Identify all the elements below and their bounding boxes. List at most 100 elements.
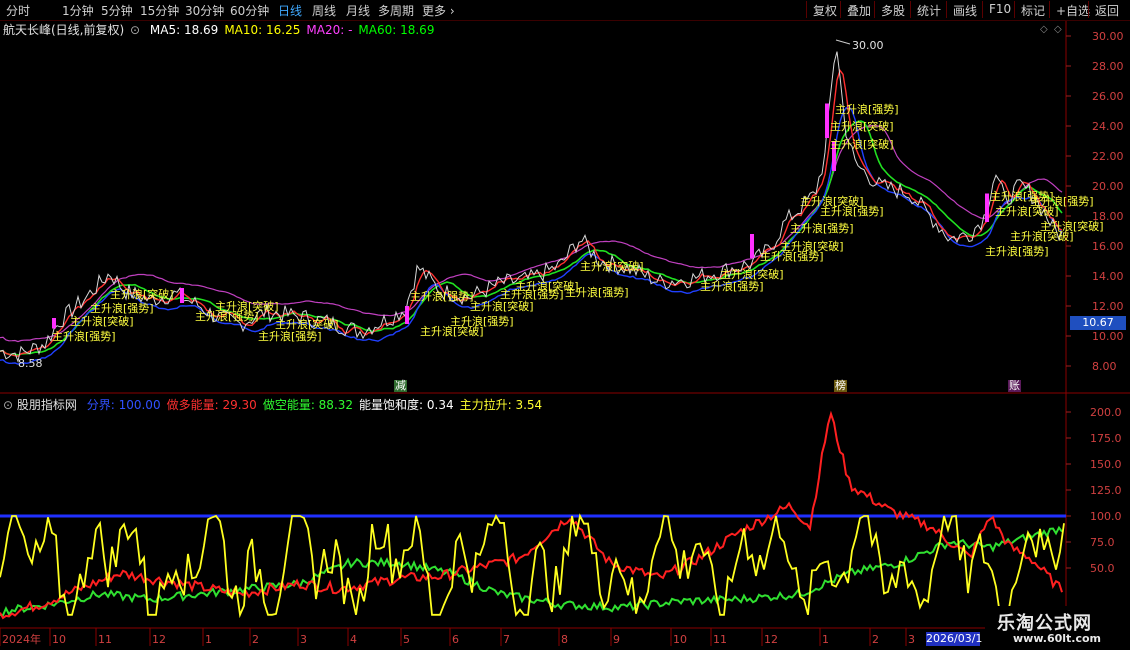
marker-reduce[interactable]: 减 [394, 380, 407, 392]
f10-button[interactable]: F10 [982, 1, 1017, 18]
stats-button[interactable]: 统计 [910, 1, 947, 18]
signal-label: 主升浪[强势] [450, 314, 514, 328]
indicator-name[interactable]: 股朋指标网 [17, 398, 77, 412]
date-tick-label: 11 [98, 633, 112, 646]
indicator-value: 主力拉升: 3.54 [459, 398, 543, 412]
ma5-line [0, 68, 1063, 358]
date-tick-label: 2024年 [2, 632, 41, 646]
ma-legend-item: MA20: - [306, 23, 353, 37]
signal-label: 主升浪[突破] [830, 119, 894, 133]
signal-label: 主升浪[强势] [835, 102, 899, 116]
price-pane[interactable]: 主升浪[强势]主升浪[突破]主升浪[强势]主升浪[突破]主升浪[强势]主升浪[突… [0, 51, 1104, 365]
ma-legend-item: MA60: 18.69 [358, 23, 435, 37]
toolbar: 分时 1分钟 5分钟 15分钟 30分钟 60分钟 日线 周线 月线 多周期 更… [0, 0, 1130, 21]
price-tick-label: 10.00 [1092, 330, 1124, 343]
signal-label: 主升浪[强势] [90, 301, 154, 315]
ma-legend: MA5: 18.69 MA10: 16.25 MA20: - MA60: 18.69 [144, 23, 435, 37]
date-tick-label: 10 [52, 633, 66, 646]
collapse-diamond-icon[interactable]: ◇ [1040, 24, 1048, 35]
indicator-pane[interactable] [0, 410, 1066, 620]
high-label-mark: 30.00 [835, 39, 884, 52]
highlight-bar [750, 234, 754, 258]
low-label: 8.58 [18, 357, 43, 370]
date-tick-label: 2 [872, 633, 879, 646]
tf-1min[interactable]: 1分钟 [62, 2, 94, 19]
tf-weekly[interactable]: 周线 [312, 2, 336, 19]
date-highlight: 2026/03/1 [926, 632, 983, 646]
main-force-line [0, 513, 1065, 619]
price-tick-label: 14.00 [1092, 270, 1124, 283]
date-tick-label: 2 [252, 633, 259, 646]
tf-5min[interactable]: 5分钟 [101, 2, 133, 19]
date-tick-label: 3 [908, 633, 915, 646]
highlight-bar [405, 306, 409, 324]
signal-label: 主升浪[突破] [720, 267, 784, 281]
price-tick-label: 22.00 [1092, 150, 1124, 163]
tf-monthly[interactable]: 月线 [346, 2, 370, 19]
date-tick-label: 11 [713, 633, 727, 646]
signal-label: 主升浪[强势] [410, 289, 474, 303]
ma60-line [0, 120, 1063, 356]
indicator-settings-icon[interactable]: ⊙ [3, 398, 13, 412]
indicator-value: 能量饱和度: 0.34 [359, 398, 454, 412]
date-tick-label: 10 [673, 633, 687, 646]
price-tick-label: 30.00 [1092, 30, 1124, 43]
signal-annotations: 主升浪[强势]主升浪[突破]主升浪[强势]主升浪[突破]主升浪[强势]主升浪[突… [52, 102, 1104, 343]
price-tick-label: 12.00 [1092, 300, 1124, 313]
tf-daily[interactable]: 日线 [278, 2, 302, 19]
chart-canvas[interactable]: 30.00 28.00 26.00 24.00 22.00 20.00 1 8.00 16.00… [0, 0, 1130, 650]
signal-label: 主升浪[突破] [275, 317, 339, 331]
tf-30min[interactable]: 30分钟 [185, 2, 224, 19]
price-tick-label: 16.00 [1092, 240, 1124, 253]
highlight-bar [985, 193, 989, 222]
mark-button[interactable]: 标记 [1014, 1, 1051, 18]
marker-account[interactable]: 账 [1008, 380, 1021, 392]
dropdown-circle-icon[interactable]: ⊙ [130, 23, 140, 37]
signal-label: 主升浪[强势] [790, 221, 854, 235]
date-tick-label: 1 [822, 633, 829, 646]
date-tick-label: 8 [561, 633, 568, 646]
tf-more-label: 更多 [422, 4, 447, 18]
indicator-axis: 200.0 175.0 150.0 125.0 100.0 75.0 50.0 [1066, 406, 1122, 575]
signal-label: 主升浪[强势] [258, 329, 322, 343]
date-tick-label: 6 [452, 633, 459, 646]
high-label: 30.00 [852, 39, 884, 52]
tf-60min[interactable]: 60分钟 [230, 2, 269, 19]
indicator-value: 分界: 100.00 [86, 398, 161, 412]
back-button[interactable]: 返回 [1088, 1, 1125, 18]
tf-fenshi[interactable]: 分时 [6, 2, 30, 19]
price-tick-label: 24.00 [1092, 120, 1124, 133]
short-energy-line [0, 525, 1063, 617]
restore-rights-button[interactable]: 复权 [806, 1, 843, 18]
indicator-legend: ⊙ 股朋指标网 分界: 100.00 做多能量: 29.30 做空能量: 88.32… [0, 396, 542, 412]
tf-multi[interactable]: 多周期 [378, 2, 414, 19]
expand-diamond-icon[interactable]: ◇ [1054, 24, 1062, 35]
date-tick-label: 3 [300, 633, 307, 646]
price-line [0, 51, 1063, 364]
indicator-value: 做空能量: 88.32 [262, 398, 354, 412]
draw-button[interactable]: 画线 [946, 1, 983, 18]
signal-label: 主升浪[突破] [470, 299, 534, 313]
marker-board[interactable]: 榜 [834, 380, 847, 392]
price-tick-label: 8.00 [1092, 360, 1117, 373]
signal-label: 主升浪[强势] [52, 329, 116, 343]
stock-title: 航天长峰(日线,前复权) [3, 23, 125, 37]
signal-label: 主升浪[强势] [700, 279, 764, 293]
overlay-button[interactable]: 叠加 [840, 1, 877, 18]
price-tick-label: 28.00 [1092, 60, 1124, 73]
signal-label: 主升浪[突破] [580, 259, 644, 273]
multi-stock-button[interactable]: 多股 [874, 1, 911, 18]
brand-watermark: 乐淘公式网 www.60lt.com [985, 606, 1130, 650]
signal-label: 主升浪[突破] [110, 287, 174, 301]
signal-label: 主升浪[强势] [820, 204, 884, 218]
chevron-right-icon: › [449, 4, 455, 18]
ma-legend-item: MA5: 18.69 [149, 23, 219, 37]
tf-15min[interactable]: 15分钟 [140, 2, 179, 19]
signal-label: 主升浪[突破] [215, 299, 279, 313]
date-tick-label: 5 [403, 633, 410, 646]
date-tick-label: 12 [152, 633, 166, 646]
stock-info-row: 航天长峰(日线,前复权) ⊙ MA5: 18.69 MA10: 16.25 MA20… [0, 21, 434, 37]
indicator-tick-label: 175.0 [1090, 432, 1122, 445]
price-tick-label: 20.00 [1092, 180, 1124, 193]
tf-more[interactable]: 更多 › [422, 2, 455, 19]
